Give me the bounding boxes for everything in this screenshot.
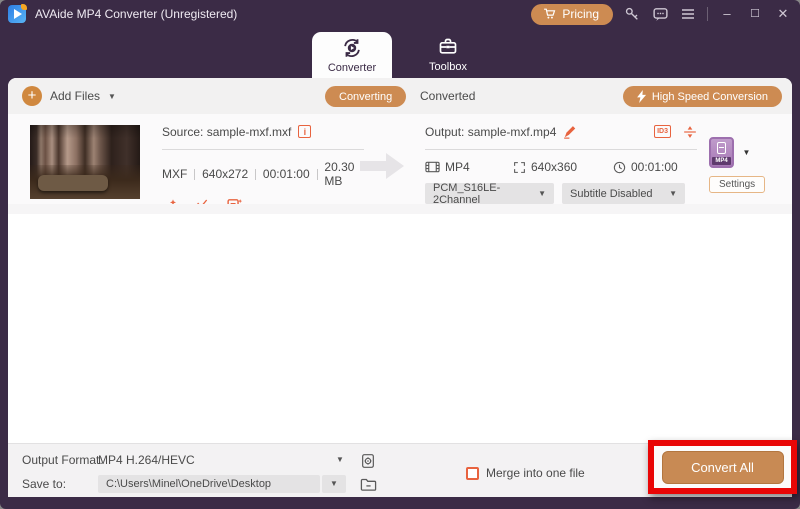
window-title: AVAide MP4 Converter (Unregistered): [35, 7, 237, 21]
output-column: Output: sample-mxf.mp4 ID3: [425, 123, 697, 204]
save-path-field[interactable]: C:\Users\Minel\OneDrive\Desktop: [98, 475, 320, 493]
browse-folder-button[interactable]: [358, 474, 378, 494]
profile-gear-button[interactable]: [358, 451, 378, 471]
add-files-label: Add Files: [50, 89, 100, 103]
file-row: Source: sample-mxf.mxf i MXF 640x272 00:…: [8, 114, 792, 204]
output-meta: MP4 640x360 00:01:00: [425, 160, 697, 174]
converted-tab[interactable]: Converted: [420, 89, 475, 103]
source-title: Source: sample-mxf.mxf: [162, 125, 291, 139]
source-format: MXF: [162, 167, 187, 181]
plus-icon: +: [22, 86, 42, 106]
register-key-icon[interactable]: [623, 5, 641, 23]
converting-tab[interactable]: Converting: [325, 86, 406, 107]
output-format: MP4: [445, 160, 470, 174]
merge-checkbox[interactable]: [466, 467, 479, 480]
close-button[interactable]: ✕: [774, 5, 792, 23]
converter-icon: [341, 37, 363, 59]
output-format-label: Output Format:: [22, 453, 103, 467]
source-resolution: 640x272: [202, 167, 248, 181]
output-format-dropdown[interactable]: MP4 H.264/HEVC: [98, 453, 195, 467]
format-badge-label: MP4: [712, 157, 731, 165]
minimize-button[interactable]: –: [718, 5, 736, 23]
merge-label: Merge into one file: [486, 466, 585, 480]
lightning-icon: [637, 90, 647, 103]
resolution-expand-icon: [513, 161, 526, 174]
add-files-caret-icon: ▼: [108, 92, 116, 101]
output-title: Output: sample-mxf.mp4: [425, 125, 556, 139]
format-caret-icon[interactable]: ▼: [742, 148, 750, 157]
tab-converter[interactable]: Converter: [312, 32, 392, 78]
app-logo-icon: [8, 5, 26, 23]
row-separator-band: [8, 204, 792, 214]
rename-pencil-icon[interactable]: [563, 125, 577, 139]
source-divider: [162, 149, 364, 150]
split-icon[interactable]: [683, 125, 697, 139]
content-area: + Add Files ▼ Converting Converted High …: [8, 78, 792, 497]
converter-toolbar: + Add Files ▼ Converting Converted High …: [8, 78, 792, 114]
high-speed-conversion-button[interactable]: High Speed Conversion: [623, 86, 782, 107]
info-icon[interactable]: i: [298, 125, 311, 138]
id3-tag-icon[interactable]: ID3: [654, 125, 671, 138]
menu-hamburger-icon[interactable]: [679, 5, 697, 23]
save-path-caret-icon[interactable]: ▼: [322, 475, 346, 493]
clock-icon: [613, 161, 626, 174]
source-size: 20.30 MB: [324, 160, 364, 188]
settings-button[interactable]: Settings: [709, 176, 765, 193]
audio-track-value: PCM_S16LE-2Channel: [433, 182, 530, 206]
converting-label: Converting: [339, 91, 392, 103]
convert-all-button[interactable]: Convert All: [662, 451, 784, 484]
pricing-button[interactable]: Pricing: [531, 4, 613, 25]
save-to-label: Save to:: [22, 477, 66, 491]
output-resolution: 640x360: [531, 160, 577, 174]
feedback-chat-icon[interactable]: [651, 5, 669, 23]
conversion-arrow-icon: [360, 151, 406, 181]
subtitle-caret-icon: ▼: [661, 189, 677, 198]
audio-caret-icon: ▼: [530, 189, 546, 198]
cart-icon: [543, 7, 556, 20]
subtitle-value: Subtitle Disabled: [570, 188, 653, 200]
add-files-button[interactable]: + Add Files ▼: [22, 86, 116, 106]
annotation-highlight-rectangle: Convert All: [648, 440, 797, 494]
audio-track-dropdown[interactable]: PCM_S16LE-2Channel ▼: [425, 183, 554, 204]
tab-toolbox-label: Toolbox: [429, 61, 467, 73]
titlebar-separator: [707, 7, 708, 21]
output-format-caret-icon[interactable]: ▼: [336, 455, 344, 464]
tab-toolbox[interactable]: Toolbox: [415, 32, 481, 78]
toolbox-icon: [438, 37, 458, 57]
high-speed-label: High Speed Conversion: [652, 91, 768, 103]
main-tab-bar: Converter Toolbox: [0, 28, 800, 78]
format-badge-button[interactable]: MP4: [709, 137, 734, 168]
source-meta: MXF 640x272 00:01:00 20.30 MB: [162, 160, 364, 188]
merge-option: Merge into one file: [466, 466, 666, 480]
maximize-button[interactable]: ☐: [746, 5, 764, 23]
format-reel-icon: [717, 142, 726, 154]
profile-settings-column: MP4 ▼ Settings: [709, 137, 769, 193]
subtitle-dropdown[interactable]: Subtitle Disabled ▼: [562, 183, 685, 204]
title-bar: AVAide MP4 Converter (Unregistered) Pric…: [0, 0, 800, 28]
video-thumbnail: [30, 125, 140, 199]
app-window: AVAide MP4 Converter (Unregistered) Pric…: [0, 0, 800, 509]
output-divider: [425, 149, 697, 150]
source-column: Source: sample-mxf.mxf i MXF 640x272 00:…: [162, 123, 364, 214]
source-duration: 00:01:00: [263, 167, 310, 181]
tab-converter-label: Converter: [328, 62, 376, 74]
output-duration: 00:01:00: [631, 160, 678, 174]
film-icon: [425, 161, 440, 173]
pricing-label: Pricing: [562, 7, 599, 21]
